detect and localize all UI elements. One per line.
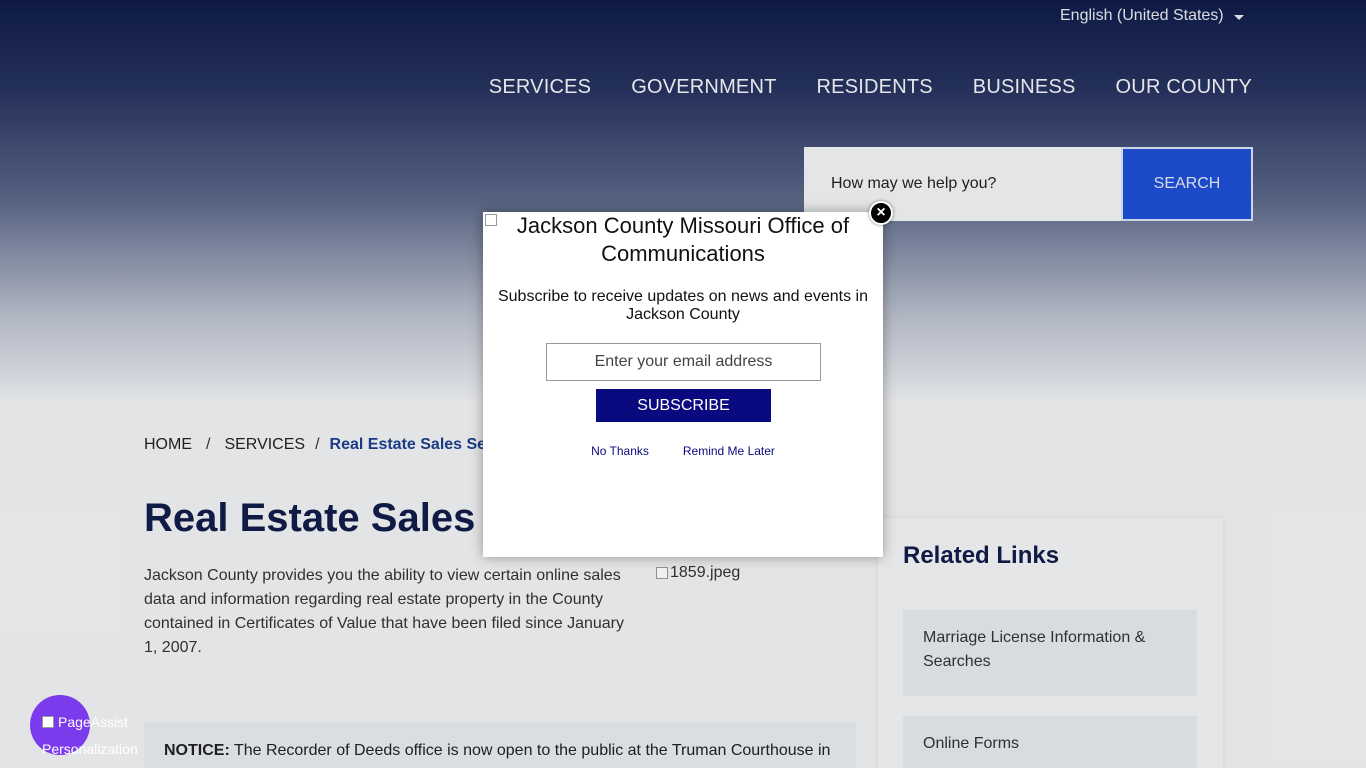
subscribe-button[interactable]: SUBSCRIBE [596, 389, 771, 422]
modal-description: Subscribe to receive updates on news and… [497, 288, 868, 323]
modal-links: No Thanks Remind Me Later [483, 444, 883, 458]
pageassist-line2: Personalization [42, 741, 138, 757]
broken-image-icon [485, 214, 497, 226]
remind-later-link[interactable]: Remind Me Later [683, 444, 775, 458]
modal-logo-alt: Jackson County Missouri Office of Commun… [516, 213, 850, 266]
subscribe-modal: Jackson County Missouri Office of Commun… [483, 212, 883, 557]
broken-image-icon [42, 716, 54, 728]
email-field[interactable] [546, 343, 821, 381]
pageassist-line1: PageAssist [58, 714, 129, 730]
modal-logo: Jackson County Missouri Office of Commun… [483, 212, 883, 268]
pageassist-label[interactable]: PageAssist Personalization [42, 708, 162, 762]
no-thanks-link[interactable]: No Thanks [591, 444, 649, 458]
close-icon[interactable]: × [869, 201, 893, 225]
